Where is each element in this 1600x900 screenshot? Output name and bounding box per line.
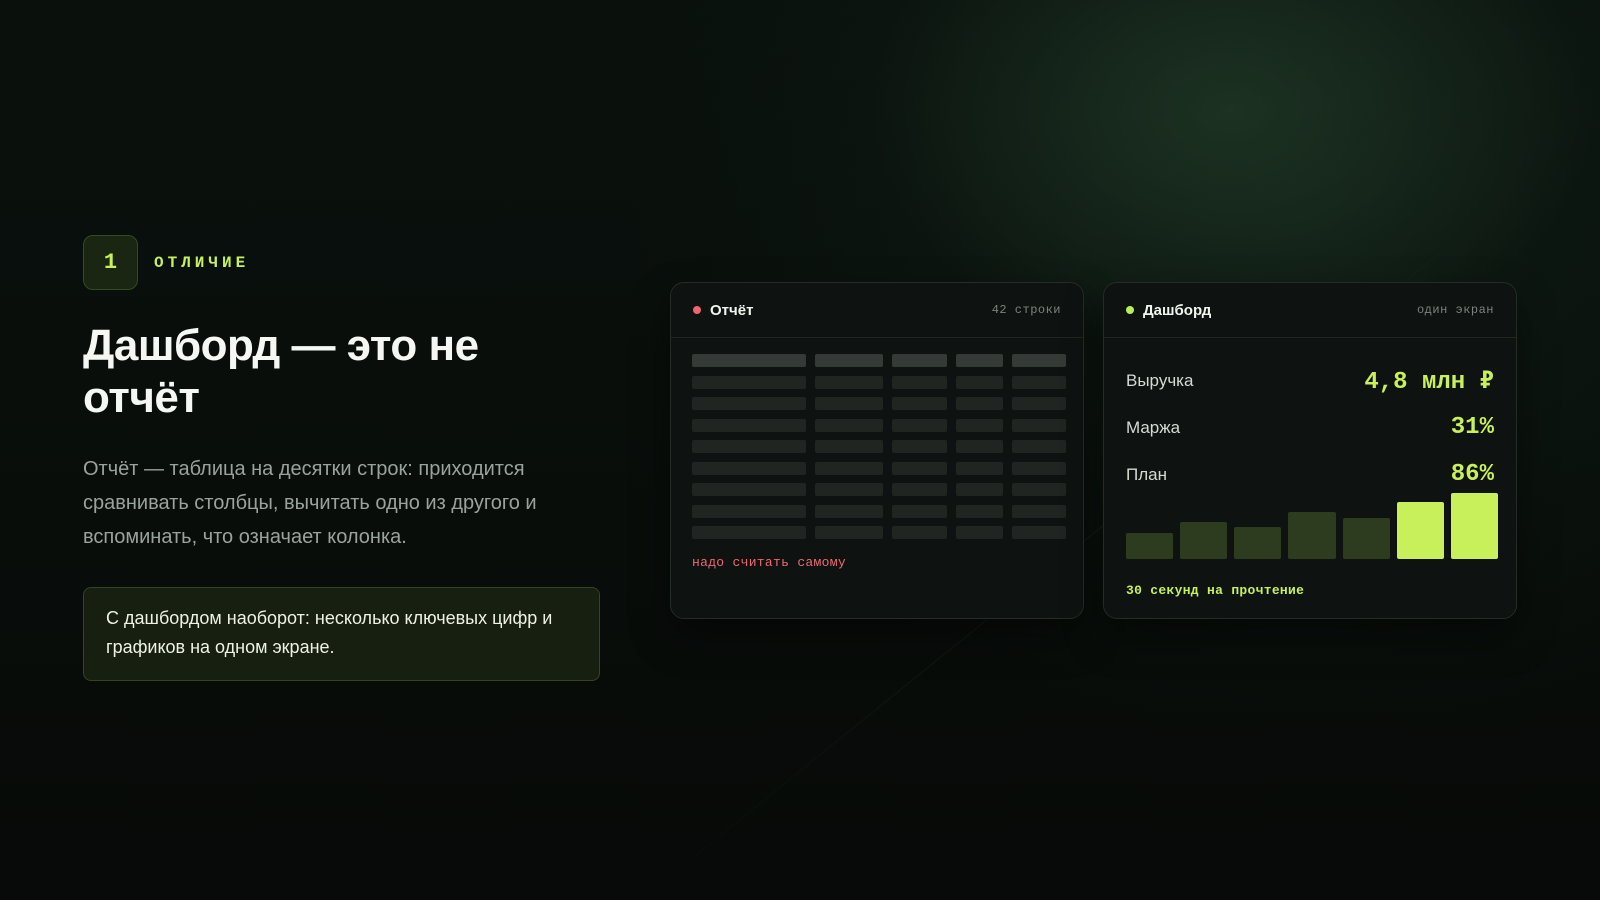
chart-bar	[1288, 512, 1336, 559]
table-row	[692, 483, 1066, 496]
table-cell-placeholder	[1012, 504, 1066, 518]
step-number-badge: 1	[83, 235, 138, 290]
table-cell-placeholder	[692, 418, 806, 432]
table-cell-placeholder	[956, 418, 1003, 432]
table-row	[692, 418, 1066, 432]
metric-row: Маржа 31%	[1126, 404, 1494, 451]
section-eyebrow: 1 ОТЛИЧИЕ	[83, 235, 603, 290]
table-cell-placeholder	[892, 354, 947, 367]
eyebrow-label: ОТЛИЧИЕ	[154, 253, 250, 272]
table-cell-placeholder	[1012, 375, 1066, 389]
table-row	[692, 461, 1066, 475]
table-cell-placeholder	[692, 483, 806, 496]
table-cell-placeholder	[956, 354, 1003, 367]
description-text: Отчёт — таблица на десятки строк: приход…	[83, 458, 537, 548]
page-title: Дашборд — это не отчёт	[83, 321, 479, 422]
report-card-note: надо считать самому	[692, 555, 846, 570]
table-cell-placeholder	[692, 440, 806, 453]
table-cell-placeholder	[815, 375, 883, 389]
dashboard-card-header: Дашборд один экран	[1104, 283, 1516, 338]
table-cell-placeholder	[692, 461, 806, 475]
table-cell-placeholder	[815, 483, 883, 496]
chart-bar	[1126, 532, 1174, 559]
chart-bar	[1234, 527, 1282, 559]
table-cell-placeholder	[1012, 397, 1066, 410]
table-cell-placeholder	[956, 461, 1003, 475]
status-dot-icon	[693, 306, 701, 314]
table-cell-placeholder	[692, 354, 806, 367]
table-cell-placeholder	[815, 440, 883, 453]
chart-bar	[1342, 518, 1390, 559]
report-table-skeleton	[692, 354, 1066, 548]
table-row	[692, 504, 1066, 518]
table-cell-placeholder	[815, 504, 883, 518]
status-dot-icon	[1126, 306, 1134, 314]
table-row	[692, 440, 1066, 453]
metric-value: 31%	[1450, 414, 1494, 441]
content-section: 1 ОТЛИЧИЕ Дашборд — это не отчёт Отчёт —…	[83, 235, 603, 681]
table-cell-placeholder	[956, 483, 1003, 496]
table-cell-placeholder	[692, 397, 806, 410]
table-cell-placeholder	[1012, 526, 1066, 539]
report-card-title: Отчёт	[710, 301, 754, 319]
table-row	[692, 375, 1066, 389]
dashboard-card-note: 30 секунд на прочтение	[1126, 583, 1305, 598]
metric-label: Выручка	[1126, 370, 1194, 390]
table-cell-placeholder	[815, 461, 883, 475]
report-card-header: Отчёт 42 строки	[671, 283, 1083, 338]
table-cell-placeholder	[892, 504, 947, 518]
table-cell-placeholder	[1012, 440, 1066, 453]
table-cell-placeholder	[692, 375, 806, 389]
chart-bar	[1180, 522, 1228, 559]
mini-bar-chart	[1126, 493, 1498, 559]
metrics-list: Выручка 4,8 млн ₽ Маржа 31% План 86%	[1126, 357, 1494, 498]
table-cell-placeholder	[1012, 461, 1066, 475]
table-cell-placeholder	[815, 354, 883, 367]
dashboard-card-meta: один экран	[1416, 303, 1494, 317]
metric-label: Маржа	[1126, 417, 1181, 437]
metric-value: 86%	[1450, 461, 1494, 488]
table-cell-placeholder	[956, 375, 1003, 389]
metric-label: План	[1126, 464, 1167, 484]
table-cell-placeholder	[815, 526, 883, 539]
table-cell-placeholder	[956, 504, 1003, 518]
dashboard-card-title: Дашборд	[1143, 301, 1212, 319]
table-cell-placeholder	[1012, 354, 1066, 367]
table-cell-placeholder	[892, 526, 947, 539]
table-cell-placeholder	[956, 526, 1003, 539]
table-cell-placeholder	[815, 418, 883, 432]
chart-bar	[1396, 502, 1444, 559]
dashboard-card: Дашборд один экран Выручка 4,8 млн ₽ Мар…	[1103, 282, 1517, 619]
table-row	[692, 526, 1066, 539]
metric-row: План 86%	[1126, 451, 1494, 498]
table-cell-placeholder	[956, 397, 1003, 410]
report-card-meta: 42 строки	[991, 303, 1061, 317]
table-cell-placeholder	[892, 418, 947, 432]
table-cell-placeholder	[892, 461, 947, 475]
table-cell-placeholder	[692, 504, 806, 518]
table-cell-placeholder	[956, 440, 1003, 453]
table-cell-placeholder	[815, 397, 883, 410]
table-cell-placeholder	[892, 483, 947, 496]
table-row	[692, 397, 1066, 410]
metric-row: Выручка 4,8 млн ₽	[1126, 357, 1494, 404]
table-cell-placeholder	[1012, 483, 1066, 496]
chart-bar	[1450, 493, 1498, 559]
report-card: Отчёт 42 строки надо считать самому	[670, 282, 1084, 619]
table-cell-placeholder	[892, 375, 947, 389]
table-header-row	[692, 354, 1066, 367]
table-cell-placeholder	[892, 397, 947, 410]
table-cell-placeholder	[1012, 418, 1066, 432]
table-cell-placeholder	[892, 440, 947, 453]
callout-box: С дашбордом наоборот: несколько ключевых…	[83, 587, 600, 681]
table-cell-placeholder	[692, 526, 806, 539]
metric-value: 4,8 млн ₽	[1364, 368, 1494, 396]
